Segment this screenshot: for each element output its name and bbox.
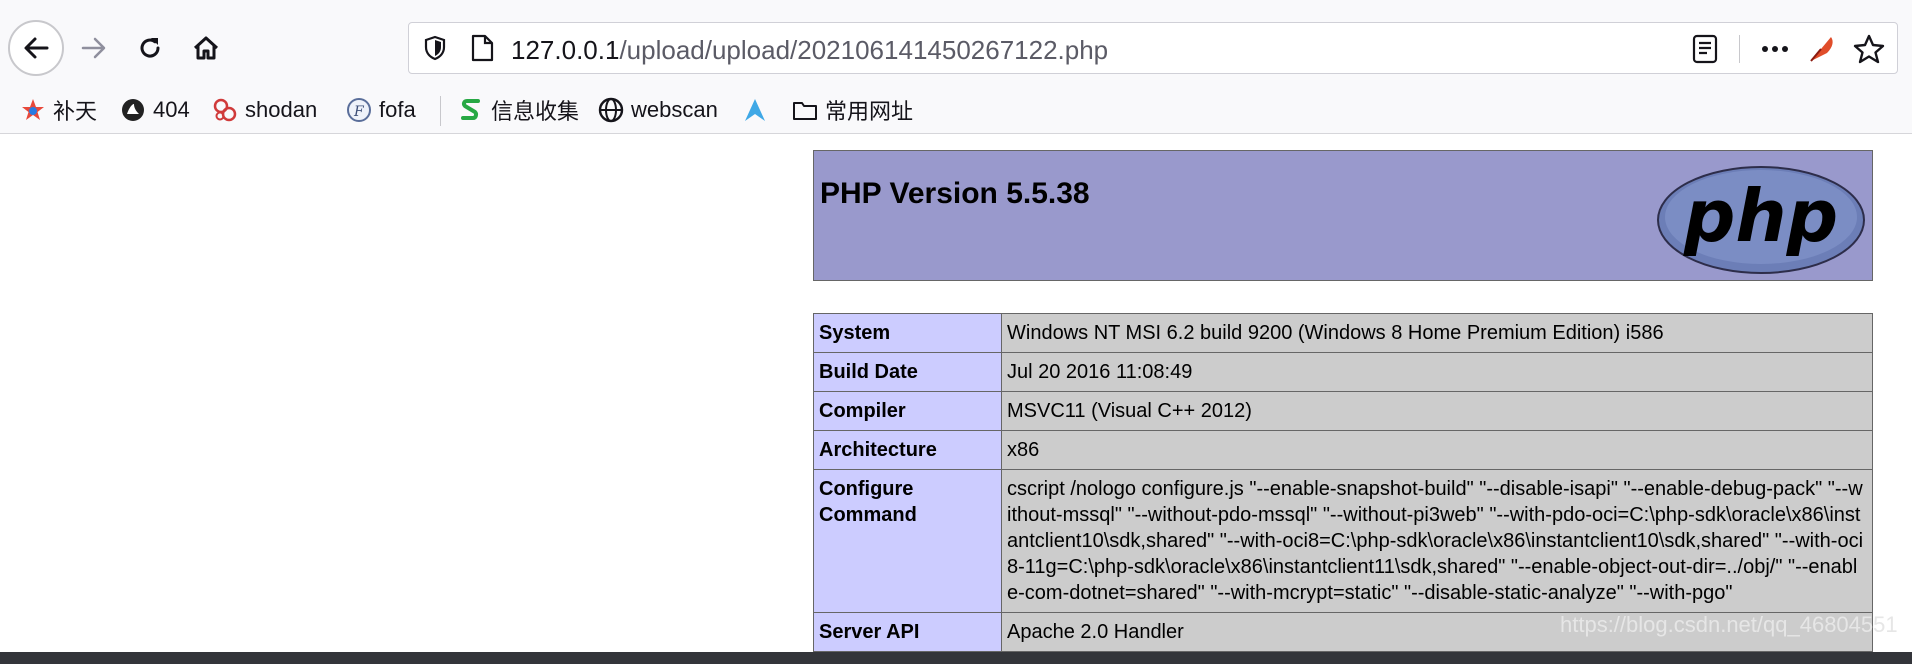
shodan-icon: [213, 98, 237, 122]
table-row: Configure Command cscript /nologo config…: [813, 469, 1873, 613]
row-key: Architecture: [813, 430, 1002, 470]
phpinfo-header: PHP Version 5.5.38 php: [813, 150, 1873, 281]
bookmark-info-gathering[interactable]: 信息收集: [458, 92, 579, 128]
bookmark-fofa[interactable]: F fofa: [346, 92, 416, 128]
phpinfo-table: System Windows NT MSI 6.2 build 9200 (Wi…: [813, 313, 1873, 652]
bookmark-shodan[interactable]: shodan: [212, 92, 317, 128]
back-button[interactable]: [8, 20, 64, 76]
bookmark-label: fofa: [379, 97, 416, 122]
row-value: Windows NT MSI 6.2 build 9200 (Windows 8…: [1001, 313, 1873, 353]
shield-icon[interactable]: [421, 34, 449, 62]
php-version-title: PHP Version 5.5.38: [820, 177, 1090, 210]
home-icon: [193, 36, 219, 60]
row-key: Build Date: [813, 352, 1002, 392]
reader-view-icon[interactable]: [1691, 34, 1719, 64]
bookmark-butian[interactable]: 补天: [20, 92, 97, 128]
bookmark-star-icon[interactable]: [1853, 33, 1885, 65]
bookmarks-bar: 补天 404 shodan F fofa 信息收集 webscan 常用网址: [0, 86, 1912, 134]
php-logo-text: php: [1683, 174, 1838, 258]
folder-icon: [793, 102, 817, 120]
row-value: Jul 20 2016 11:08:49: [1001, 352, 1873, 392]
table-row: Build Date Jul 20 2016 11:08:49: [813, 352, 1873, 392]
back-arrow-icon: [24, 37, 49, 59]
row-key: Compiler: [813, 391, 1002, 431]
bookmark-folder-common-sites[interactable]: 常用网址: [792, 92, 913, 128]
bookmark-separator: [440, 96, 441, 126]
bookmark-label: shodan: [245, 97, 318, 122]
taskbar: [0, 652, 1912, 664]
row-value: cscript /nologo configure.js "--enable-s…: [1001, 469, 1873, 613]
row-key: System: [813, 313, 1002, 353]
butian-icon: [22, 99, 44, 120]
svg-text:F: F: [353, 104, 365, 120]
bookmark-webscan[interactable]: webscan: [598, 92, 718, 128]
green-s-icon: [461, 99, 480, 120]
bookmark-label: 补天: [53, 99, 98, 124]
bookmark-404[interactable]: 404: [120, 92, 190, 128]
globe-icon: [598, 97, 624, 123]
bookmark-label: 信息收集: [491, 99, 580, 124]
row-value: MSVC11 (Visual C++ 2012): [1001, 391, 1873, 431]
arrow-logo-icon: [745, 99, 765, 121]
bookmark-label: 常用网址: [825, 99, 914, 124]
bookmark-arrow-logo[interactable]: [742, 92, 775, 128]
page-info-icon[interactable]: [469, 34, 495, 62]
row-key: Server API: [813, 612, 1002, 652]
fofa-icon: F: [347, 98, 371, 122]
url-path: /upload/upload/20210614145026­7122.php: [619, 35, 1109, 65]
forward-button[interactable]: [66, 20, 122, 76]
url-host: 127.0.0.1: [511, 35, 620, 65]
row-value: x86: [1001, 430, 1873, 470]
home-button[interactable]: [178, 20, 234, 76]
bookmark-label: 404: [153, 97, 190, 122]
row-key: Configure Command: [813, 469, 1002, 613]
extension-feather-icon[interactable]: [1807, 33, 1837, 65]
url-separator: [1739, 35, 1740, 63]
php-logo: php: [1657, 166, 1865, 274]
browser-toolbar: 127.0.0.1/upload/upload/20210614145026­7…: [0, 0, 1912, 96]
table-row: Compiler MSVC11 (Visual C++ 2012): [813, 391, 1873, 431]
table-row: System Windows NT MSI 6.2 build 9200 (Wi…: [813, 313, 1873, 353]
table-row: Architecture x86: [813, 430, 1873, 470]
watermark-text: https://blog.csdn.net/qq_46804551: [1560, 612, 1898, 637]
bookmark-label: webscan: [631, 97, 718, 122]
address-bar[interactable]: 127.0.0.1/upload/upload/20210614145026­7…: [408, 22, 1898, 74]
reload-icon: [140, 38, 160, 58]
404-icon: [122, 99, 144, 121]
reload-button[interactable]: [122, 20, 178, 76]
more-actions-icon[interactable]: [1759, 35, 1791, 63]
url-text[interactable]: 127.0.0.1/upload/upload/20210614145026­7…: [511, 35, 1108, 66]
forward-arrow-icon: [81, 37, 106, 59]
